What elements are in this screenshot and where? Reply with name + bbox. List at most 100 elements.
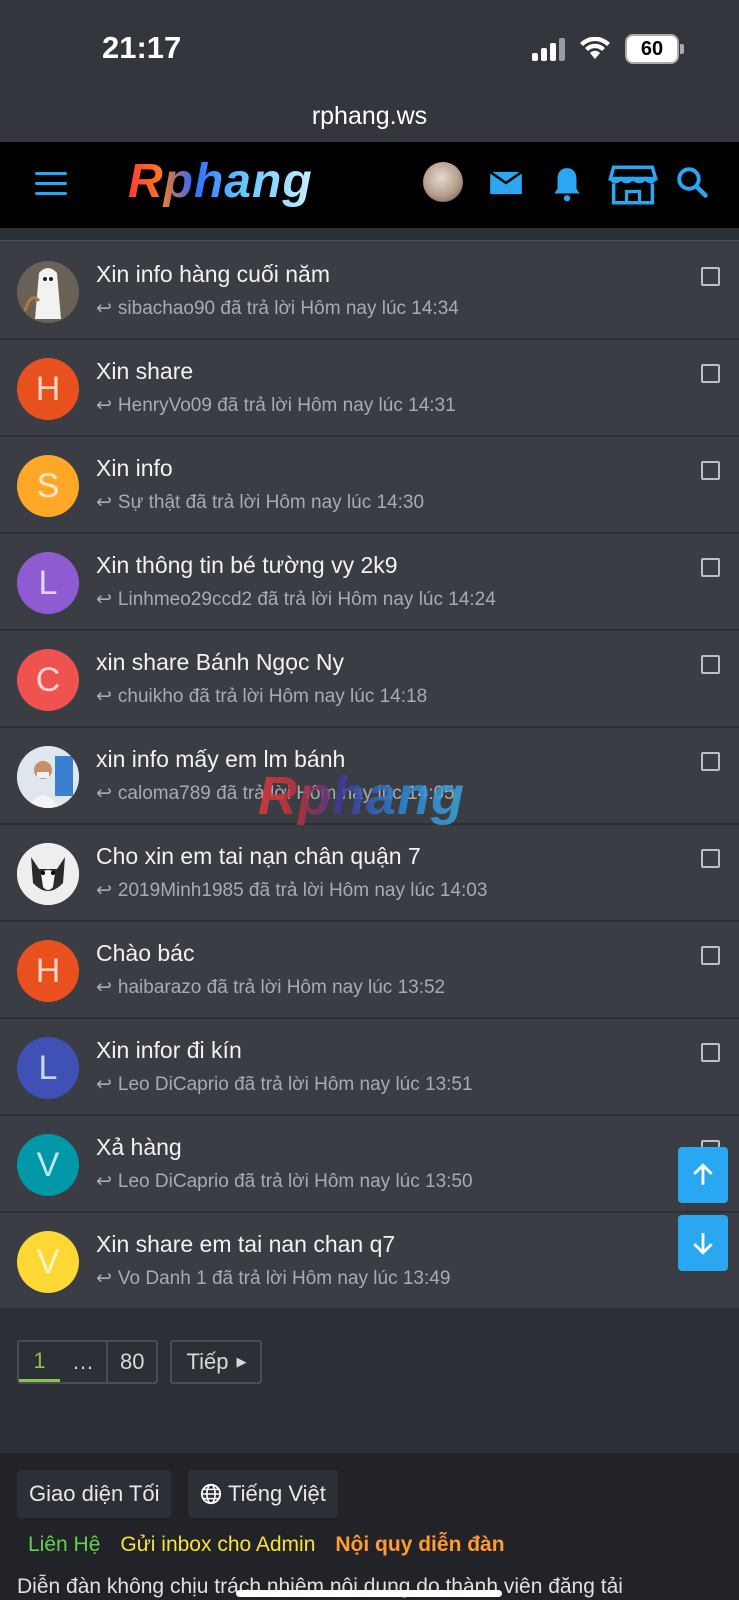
- thread-title[interactable]: xin share Bánh Ngọc Ny: [96, 649, 344, 676]
- battery-icon: 60: [625, 34, 684, 64]
- contact-link[interactable]: Liên Hệ: [28, 1533, 100, 1557]
- thread-checkbox[interactable]: [701, 655, 720, 674]
- thread-checkbox[interactable]: [701, 558, 720, 577]
- thread-row[interactable]: S Xin info ↩ Sự thật đã trả lời Hôm nay l…: [0, 437, 739, 534]
- thread-row[interactable]: Xin info hàng cuối năm ↩ sibachao90 đã tr…: [0, 243, 739, 340]
- thread-meta: ↩ chuikho đã trả lời Hôm nay lúc 14:18: [96, 685, 428, 708]
- scroll-bottom-button[interactable]: [678, 1215, 728, 1271]
- home-indicator: [236, 1590, 502, 1597]
- reply-icon: ↩: [96, 589, 112, 610]
- thread-row[interactable]: L Xin infor đi kín ↩ Leo DiCaprio đã trả …: [0, 1019, 739, 1116]
- arrow-down-icon: [693, 1233, 713, 1255]
- thread-meta: ↩ 2019Minh1985 đã trả lời Hôm nay lúc 14:…: [96, 879, 488, 902]
- reply-icon: ↩: [96, 1074, 112, 1095]
- caret-right-icon: ▶: [236, 1354, 247, 1369]
- thread-avatar[interactable]: [17, 746, 79, 808]
- divider: [0, 240, 739, 242]
- thread-avatar[interactable]: L: [17, 1037, 79, 1099]
- thread-title[interactable]: Cho xin em tai nạn chân quận 7: [96, 843, 421, 870]
- avatar-photo-icon: [17, 746, 79, 808]
- thread-meta: ↩ haibarazo đã trả lời Hôm nay lúc 13:52: [96, 976, 446, 999]
- thread-row[interactable]: V Xin share em tai nan chan q7 ↩ Vo Danh …: [0, 1213, 739, 1310]
- theme-button[interactable]: Giao diện Tối: [17, 1470, 172, 1518]
- status-time: 21:17: [102, 30, 182, 65]
- browser-url[interactable]: rphang.ws: [0, 100, 739, 142]
- forum-rules-link[interactable]: Nội quy diễn đàn: [335, 1533, 504, 1557]
- footer: Giao diện Tối Tiếng Việt Liên Hệ Gửi inb…: [0, 1453, 739, 1600]
- inbox-admin-link[interactable]: Gửi inbox cho Admin: [120, 1533, 315, 1557]
- next-page-button[interactable]: Tiếp ▶: [170, 1340, 263, 1384]
- mail-icon[interactable]: [487, 164, 525, 202]
- thread-checkbox[interactable]: [701, 364, 720, 383]
- scroll-top-button[interactable]: [678, 1147, 728, 1203]
- thread-meta: ↩ Sự thật đã trả lời Hôm nay lúc 14:30: [96, 491, 425, 514]
- thread-title[interactable]: Xin thông tin bé tường vy 2k9: [96, 552, 398, 579]
- thread-row[interactable]: H Xin share ↩ HenryVo09 đã trả lời Hôm na…: [0, 340, 739, 437]
- thread-title[interactable]: Xả hàng: [96, 1134, 182, 1161]
- user-avatar[interactable]: [423, 162, 463, 202]
- footer-links: Liên Hệ Gửi inbox cho Admin Nội quy diễn…: [28, 1533, 505, 1557]
- thread-checkbox[interactable]: [701, 461, 720, 480]
- thread-meta: ↩ sibachao90 đã trả lời Hôm nay lúc 14:34: [96, 297, 459, 320]
- page-numbers: 1 … 80: [17, 1340, 159, 1384]
- reply-icon: ↩: [96, 395, 112, 416]
- thread-title[interactable]: Xin share: [96, 358, 193, 385]
- thread-title[interactable]: Xin infor đi kín: [96, 1037, 242, 1064]
- thread-avatar[interactable]: [17, 261, 79, 323]
- wifi-icon: [580, 37, 610, 59]
- cellular-signal-icon: [532, 37, 565, 61]
- watermark-logo: Rphang: [258, 766, 465, 826]
- thread-avatar[interactable]: H: [17, 358, 79, 420]
- page-ellipsis[interactable]: …: [60, 1342, 106, 1382]
- thread-avatar[interactable]: S: [17, 455, 79, 517]
- thread-checkbox[interactable]: [701, 752, 720, 771]
- thread-avatar[interactable]: [17, 843, 79, 905]
- reply-icon: ↩: [96, 686, 112, 707]
- arrow-up-icon: [693, 1163, 713, 1185]
- reply-icon: ↩: [96, 783, 112, 804]
- thread-title[interactable]: Chào bác: [96, 940, 194, 967]
- thread-row[interactable]: H Chào bác ↩ haibarazo đã trả lời Hôm nay…: [0, 922, 739, 1019]
- reply-icon: ↩: [96, 1268, 112, 1289]
- pagination: 1 … 80 Tiếp ▶: [17, 1340, 263, 1384]
- thread-row[interactable]: V Xả hàng ↩ Leo DiCaprio đã trả lời Hôm n…: [0, 1116, 739, 1213]
- thread-checkbox[interactable]: [701, 946, 720, 965]
- thread-checkbox[interactable]: [701, 849, 720, 868]
- site-logo[interactable]: Rphang: [128, 154, 313, 209]
- status-bar: 21:17 60: [0, 0, 739, 100]
- globe-icon: [200, 1483, 222, 1505]
- site-navbar: Rphang: [0, 142, 739, 228]
- thread-row[interactable]: C xin share Bánh Ngọc Ny ↩ chuikho đã trả…: [0, 631, 739, 728]
- thread-avatar[interactable]: C: [17, 649, 79, 711]
- thread-checkbox[interactable]: [701, 267, 720, 286]
- thread-avatar[interactable]: V: [17, 1231, 79, 1293]
- thread-meta: ↩ Leo DiCaprio đã trả lời Hôm nay lúc 13:…: [96, 1170, 473, 1193]
- menu-icon[interactable]: [35, 172, 67, 198]
- reply-icon: ↩: [96, 1171, 112, 1192]
- thread-meta: ↩ Leo DiCaprio đã trả lời Hôm nay lúc 13:…: [96, 1073, 473, 1096]
- reply-icon: ↩: [96, 977, 112, 998]
- avatar-photo-icon: [17, 843, 79, 905]
- thread-avatar[interactable]: H: [17, 940, 79, 1002]
- thread-checkbox[interactable]: [701, 1043, 720, 1062]
- thread-meta: ↩ Vo Danh 1 đã trả lời Hôm nay lúc 13:49: [96, 1267, 451, 1290]
- thread-row[interactable]: L Xin thông tin bé tường vy 2k9 ↩ Linhmeo…: [0, 534, 739, 631]
- thread-title[interactable]: Xin share em tai nan chan q7: [96, 1231, 395, 1258]
- thread-title[interactable]: Xin info: [96, 455, 173, 482]
- thread-meta: ↩ Linhmeo29ccd2 đã trả lời Hôm nay lúc 14…: [96, 588, 496, 611]
- thread-meta: ↩ HenryVo09 đã trả lời Hôm nay lúc 14:31: [96, 394, 456, 417]
- thread-avatar[interactable]: L: [17, 552, 79, 614]
- status-icons: 60: [532, 34, 684, 64]
- store-icon[interactable]: [608, 164, 658, 206]
- avatar-photo-icon: [17, 261, 79, 323]
- page-last[interactable]: 80: [106, 1342, 156, 1382]
- thread-row[interactable]: Cho xin em tai nạn chân quận 7 ↩ 2019Minh…: [0, 825, 739, 922]
- reply-icon: ↩: [96, 880, 112, 901]
- reply-icon: ↩: [96, 492, 112, 513]
- thread-avatar[interactable]: V: [17, 1134, 79, 1196]
- language-button[interactable]: Tiếng Việt: [188, 1470, 338, 1518]
- page-current[interactable]: 1: [19, 1342, 60, 1382]
- bell-icon[interactable]: [548, 164, 586, 204]
- search-icon[interactable]: [674, 164, 710, 200]
- thread-title[interactable]: Xin info hàng cuối năm: [96, 261, 330, 288]
